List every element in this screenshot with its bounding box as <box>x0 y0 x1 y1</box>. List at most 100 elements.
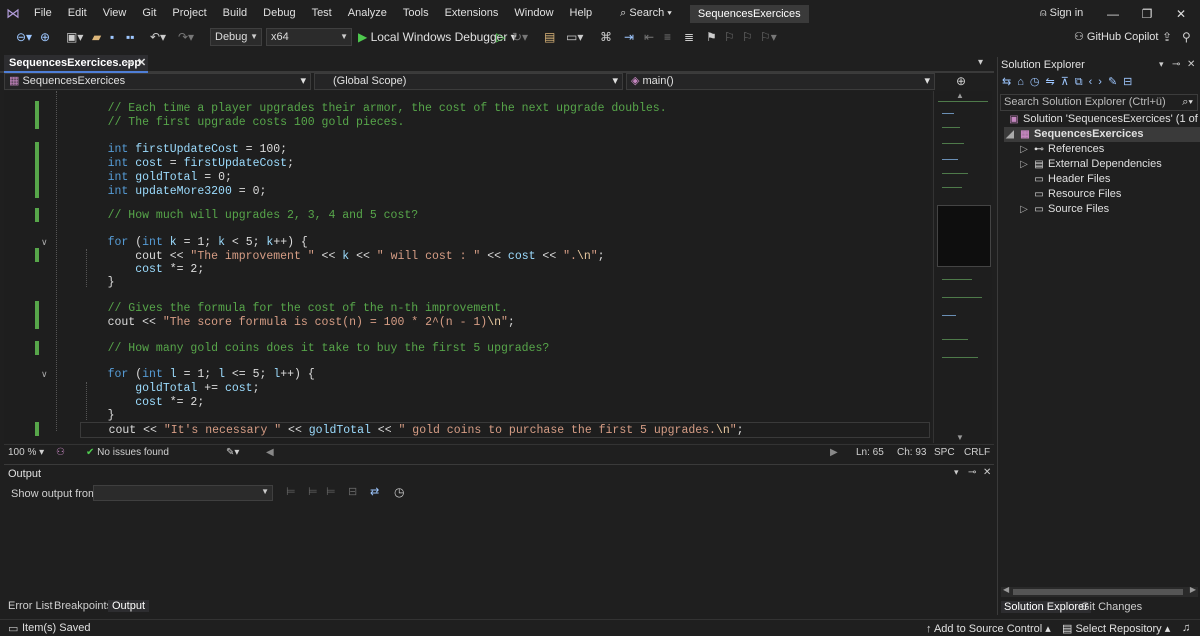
clear-all-icon[interactable]: ⊟ <box>348 485 357 498</box>
properties-icon[interactable]: ⧉ <box>1075 76 1089 88</box>
forward-icon[interactable]: ⊕ <box>40 30 50 44</box>
solution-search-input[interactable]: Search Solution Explorer (Ctrl+ü) ⌕▾ <box>1000 94 1198 111</box>
save-icon[interactable]: ▪ <box>110 30 114 44</box>
save-all-icon[interactable]: ▪▪ <box>126 30 135 44</box>
start-without-debugging-icon[interactable]: ▷ <box>496 30 505 44</box>
fold-toggle-icon[interactable]: ∨ <box>41 237 48 248</box>
undo-icon[interactable]: ↶▾ <box>150 30 166 44</box>
history-icon[interactable]: ◷ <box>1030 76 1046 88</box>
menu-extensions[interactable]: Extensions <box>437 0 507 27</box>
tab-error-list[interactable]: Error List <box>8 600 53 612</box>
find-message-icon[interactable]: ⊨ <box>286 485 296 498</box>
back-icon[interactable]: ⊖▾ <box>16 30 32 44</box>
scroll-left-icon[interactable]: ◀ <box>1003 585 1009 594</box>
project-dropdown[interactable]: ▦ SequencesExercices ▾ <box>4 73 311 90</box>
menu-git[interactable]: Git <box>134 0 164 27</box>
collapse-icon[interactable]: ⊼ <box>1061 76 1075 88</box>
code-cleanup-icon[interactable]: ✎▾ <box>226 447 239 458</box>
hot-reload-icon[interactable]: ↻▾ <box>512 30 528 44</box>
redo-icon[interactable]: ↷▾ <box>178 30 194 44</box>
maximize-button[interactable]: ❐ <box>1128 0 1166 27</box>
prev-message-icon[interactable]: ⊨ <box>308 485 318 498</box>
bookmark-icon[interactable]: ⚑ <box>706 30 717 44</box>
menu-project[interactable]: Project <box>164 0 214 27</box>
menu-window[interactable]: Window <box>506 0 561 27</box>
member-dropdown[interactable]: ◈ main() ▾ <box>626 73 935 90</box>
clock-icon[interactable]: ◷ <box>394 485 404 499</box>
menu-test[interactable]: Test <box>304 0 340 27</box>
switch-views-icon[interactable]: ⇋ <box>1045 76 1060 88</box>
tab-output[interactable]: Output <box>108 600 150 612</box>
panel-menu-icon[interactable]: ▾ <box>954 467 959 478</box>
uncomment-icon[interactable]: ≣ <box>684 30 694 44</box>
menu-tools[interactable]: Tools <box>395 0 437 27</box>
step-icon[interactable]: ⇥ <box>624 30 634 44</box>
add-to-source-control-button[interactable]: ↑ Add to Source Control ▴ <box>926 622 1051 635</box>
github-copilot-button[interactable]: ⚇ GitHub Copilot <box>1074 30 1158 43</box>
start-debugging-button[interactable]: ▶ Local Windows Debugger ▾ <box>358 30 517 44</box>
close-button[interactable]: ✕ <box>1162 0 1200 27</box>
minimap-viewport[interactable] <box>937 205 991 267</box>
menu-build[interactable]: Build <box>215 0 255 27</box>
tree-item-external-dependencies[interactable]: ▷ ▤ External Dependencies <box>1018 157 1162 172</box>
scroll-right-icon[interactable]: ▶ <box>1190 585 1196 594</box>
menu-edit[interactable]: Edit <box>60 0 95 27</box>
issues-indicator[interactable]: ✔ No issues found <box>86 447 169 458</box>
tree-item-solution[interactable]: ▣ Solution 'SequencesExercices' (1 of 1 p… <box>1008 112 1200 127</box>
close-panel-icon[interactable]: ✕ <box>1187 59 1195 70</box>
close-tab-icon[interactable]: ✕ <box>137 55 146 71</box>
tree-item-project[interactable]: ◢ ▦ SequencesExercices <box>1004 127 1200 142</box>
panel-menu-icon[interactable]: ▾ <box>1159 59 1164 70</box>
search-button[interactable]: ⌕ Search ▾ <box>614 7 678 20</box>
horizontal-scrollbar[interactable]: ◀ ▶ <box>1001 585 1198 597</box>
next-message-icon[interactable]: ⊨ <box>326 485 336 498</box>
menu-view[interactable]: View <box>95 0 135 27</box>
tab-sequences-exercices-cpp[interactable]: SequencesExercices.cpp ⊸ ✕ <box>4 55 148 73</box>
scroll-left-icon[interactable]: ◀ <box>266 447 274 458</box>
tab-solution-explorer[interactable]: Solution Explorer <box>1001 601 1091 613</box>
tree-item-header-files[interactable]: ▭ Header Files <box>1033 172 1110 187</box>
pin-icon[interactable]: ⊸ <box>124 55 133 71</box>
close-panel-icon[interactable]: ✕ <box>983 467 991 478</box>
next-bookmark-icon[interactable]: ⚐ <box>742 30 753 44</box>
code-icon[interactable]: ‹› <box>1089 76 1108 88</box>
copilot-status-icon[interactable]: ⚇ <box>56 447 65 458</box>
wrench-icon[interactable]: ✎ <box>1108 76 1123 88</box>
zoom-select[interactable]: 100 % ▾ <box>8 447 44 458</box>
browse-icon[interactable]: ▤ <box>544 30 555 44</box>
vertical-scrollbar-minimap[interactable]: ▲ ▼ <box>933 91 992 443</box>
prev-bookmark-icon[interactable]: ⚐ <box>724 30 735 44</box>
menu-debug[interactable]: Debug <box>255 0 303 27</box>
scope-dropdown[interactable]: (Global Scope) ▾ <box>314 73 623 90</box>
sync-icon[interactable]: ⇆ <box>1002 76 1017 88</box>
layout-icon[interactable]: ▭▾ <box>566 30 583 44</box>
pin-icon[interactable]: ⊸ <box>1172 59 1180 70</box>
clear-bookmarks-icon[interactable]: ⚐▾ <box>760 30 777 44</box>
tree-item-resource-files[interactable]: ▭ Resource Files <box>1033 187 1121 202</box>
feedback-icon[interactable]: ⚲ <box>1182 30 1191 44</box>
tab-breakpoints[interactable]: Breakpoints <box>54 600 112 612</box>
scroll-up-icon[interactable]: ▲ <box>956 91 964 100</box>
whitespace-mode[interactable]: SPC <box>934 447 955 458</box>
tab-git-changes[interactable]: Git Changes <box>1081 601 1142 613</box>
minimize-button[interactable]: — <box>1094 0 1132 27</box>
menu-help[interactable]: Help <box>562 0 601 27</box>
tree-item-references[interactable]: ▷ ⊷ References <box>1018 142 1104 157</box>
platform-select[interactable]: x64 ▼ <box>266 28 352 46</box>
scrollbar-thumb[interactable] <box>1013 589 1183 595</box>
split-editor-icon[interactable]: ⊕ <box>956 74 966 88</box>
diagnostic-icon[interactable]: ⌘ <box>600 30 612 44</box>
word-wrap-icon[interactable]: ⇄ <box>370 485 379 498</box>
line-ending-mode[interactable]: CRLF <box>964 447 990 458</box>
pin-icon[interactable]: ⊸ <box>968 467 976 478</box>
tab-overflow-icon[interactable]: ▾ <box>978 57 983 68</box>
sign-in-button[interactable]: ⍝ Sign in <box>1040 7 1083 20</box>
indent-icon[interactable]: ⇤ <box>644 30 654 44</box>
code-editor[interactable]: ∨ ∨ // Each time a player upgrades their… <box>4 91 931 443</box>
new-item-icon[interactable]: ▣▾ <box>66 30 83 44</box>
preview-icon[interactable]: ⊟ <box>1123 76 1138 88</box>
comment-icon[interactable]: ≡ <box>664 30 671 44</box>
tree-item-source-files[interactable]: ▷ ▭ Source Files <box>1018 202 1109 217</box>
home-icon[interactable]: ⌂ <box>1017 76 1030 88</box>
menu-file[interactable]: File <box>26 0 60 27</box>
